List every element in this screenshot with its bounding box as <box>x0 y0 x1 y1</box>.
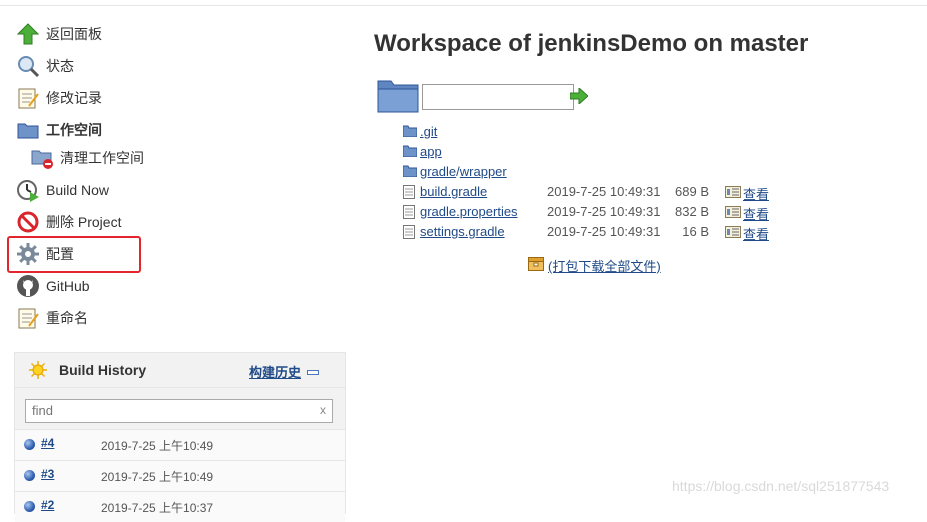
file-size: 832 B <box>675 204 709 219</box>
no-entry-icon <box>16 210 40 234</box>
file-size: 689 B <box>675 184 709 199</box>
page-title: Workspace of jenkinsDemo on master <box>374 30 809 57</box>
file-icon <box>403 205 415 222</box>
build-history-search: x <box>25 399 333 423</box>
sidebar-item-label: 状态 <box>46 58 74 74</box>
build-status-ball-icon <box>24 470 35 481</box>
sidebar-item-label: 修改记录 <box>46 90 102 106</box>
collapse-icon[interactable] <box>307 370 319 375</box>
view-file-link[interactable]: 查看 <box>743 224 769 243</box>
folder-icon <box>402 165 418 180</box>
build-date: 2019-7-25 上午10:37 <box>101 501 214 515</box>
workspace-path-input[interactable] <box>422 84 574 110</box>
download-all-link[interactable]: (打包下载全部文件) <box>548 256 661 275</box>
file-icon <box>403 225 415 242</box>
sun-icon <box>29 361 47 382</box>
sidebar-item-label: 工作空间 <box>46 122 102 138</box>
download-all-zip[interactable]: (打包下载全部文件) <box>528 256 661 275</box>
clear-search-icon[interactable]: x <box>320 403 326 417</box>
sidebar-item-back-to-dashboard[interactable]: 返回面板 <box>16 20 102 48</box>
list-item: settings.gradle 2019-7-25 10:49:31 16 B … <box>403 222 803 242</box>
sidebar-item-wipe-workspace[interactable]: 清理工作空间 <box>30 144 144 172</box>
file-icon <box>403 185 415 202</box>
view-file-icon[interactable] <box>725 186 741 201</box>
folder-icon <box>377 77 419 116</box>
build-number-link[interactable]: #3 <box>41 467 54 481</box>
sidebar-item-github[interactable]: GitHub <box>16 272 90 300</box>
sidebar-item-delete-project[interactable]: 删除 Project <box>16 208 121 236</box>
folder-link[interactable]: gradle <box>420 164 456 179</box>
build-row: #4 2019-7-25 上午10:49 <box>15 429 345 460</box>
clock-play-icon <box>16 178 40 202</box>
list-item: .git <box>402 122 803 142</box>
build-date: 2019-7-25 上午10:49 <box>101 439 214 453</box>
build-history-title: Build History <box>59 362 147 378</box>
file-link[interactable]: gradle.properties <box>420 204 518 219</box>
sidebar-item-status[interactable]: 状态 <box>16 52 74 80</box>
folder-delete-icon <box>30 146 54 170</box>
folder-link[interactable]: app <box>420 144 442 159</box>
sidebar-item-label: 删除 Project <box>46 214 122 230</box>
build-row: #3 2019-7-25 上午10:49 <box>15 460 345 491</box>
list-item: gradle/wrapper <box>402 162 803 182</box>
list-item: build.gradle 2019-7-25 10:49:31 689 B 查看 <box>403 182 803 202</box>
build-status-ball-icon <box>24 439 35 450</box>
build-history-trend-link[interactable]: 构建历史 <box>249 362 301 381</box>
file-link[interactable]: build.gradle <box>420 184 487 199</box>
list-item: app <box>402 142 803 162</box>
build-history-header: Build History 构建历史 <box>15 353 345 388</box>
top-border <box>0 0 927 6</box>
folder-path: gradle/wrapper <box>420 164 507 179</box>
sidebar-item-workspace[interactable]: 工作空间 <box>16 116 102 144</box>
folder-icon <box>402 125 418 140</box>
file-size: 16 B <box>682 224 709 239</box>
build-number-link[interactable]: #2 <box>41 498 54 512</box>
sidebar-item-label: Build Now <box>46 182 110 198</box>
view-file-link[interactable]: 查看 <box>743 204 769 223</box>
file-date: 2019-7-25 10:49:31 <box>547 204 661 219</box>
sidebar-item-changes[interactable]: 修改记录 <box>16 84 102 112</box>
view-file-link[interactable]: 查看 <box>743 184 769 203</box>
github-icon <box>16 274 40 298</box>
sidebar-item-label: GitHub <box>46 278 90 294</box>
view-file-icon[interactable] <box>725 226 741 241</box>
build-number-link[interactable]: #4 <box>41 436 54 450</box>
configure-highlight-annotation <box>7 236 141 273</box>
build-date: 2019-7-25 上午10:49 <box>101 470 214 484</box>
sidebar-item-label: 返回面板 <box>46 26 102 42</box>
build-row: #2 2019-7-25 上午10:37 <box>15 491 345 522</box>
go-arrow-icon[interactable] <box>569 86 589 107</box>
file-date: 2019-7-25 10:49:31 <box>547 224 661 239</box>
build-history-pane: Build History 构建历史 x #4 2019-7-25 上午10:4… <box>14 352 346 522</box>
notepad-icon <box>16 86 40 110</box>
notepad-icon <box>16 306 40 330</box>
build-status-ball-icon <box>24 501 35 512</box>
watermark: https://blog.csdn.net/sql251877543 <box>672 478 890 494</box>
folder-link[interactable]: .git <box>420 124 437 139</box>
folder-link[interactable]: wrapper <box>460 164 507 179</box>
sidebar-item-rename[interactable]: 重命名 <box>16 304 88 332</box>
list-item: gradle.properties 2019-7-25 10:49:31 832… <box>403 202 803 222</box>
view-file-icon[interactable] <box>725 206 741 221</box>
folder-icon <box>402 145 418 160</box>
file-date: 2019-7-25 10:49:31 <box>547 184 661 199</box>
build-history-search-input[interactable] <box>26 400 318 420</box>
folder-icon <box>16 118 40 142</box>
up-arrow-icon <box>16 22 40 46</box>
file-link[interactable]: settings.gradle <box>420 224 505 239</box>
zip-archive-icon <box>528 257 544 274</box>
magnifier-icon <box>16 54 40 78</box>
sidebar-item-label: 清理工作空间 <box>60 150 144 166</box>
sidebar-item-label: 重命名 <box>46 310 88 326</box>
sidebar-item-build-now[interactable]: Build Now <box>16 176 109 204</box>
